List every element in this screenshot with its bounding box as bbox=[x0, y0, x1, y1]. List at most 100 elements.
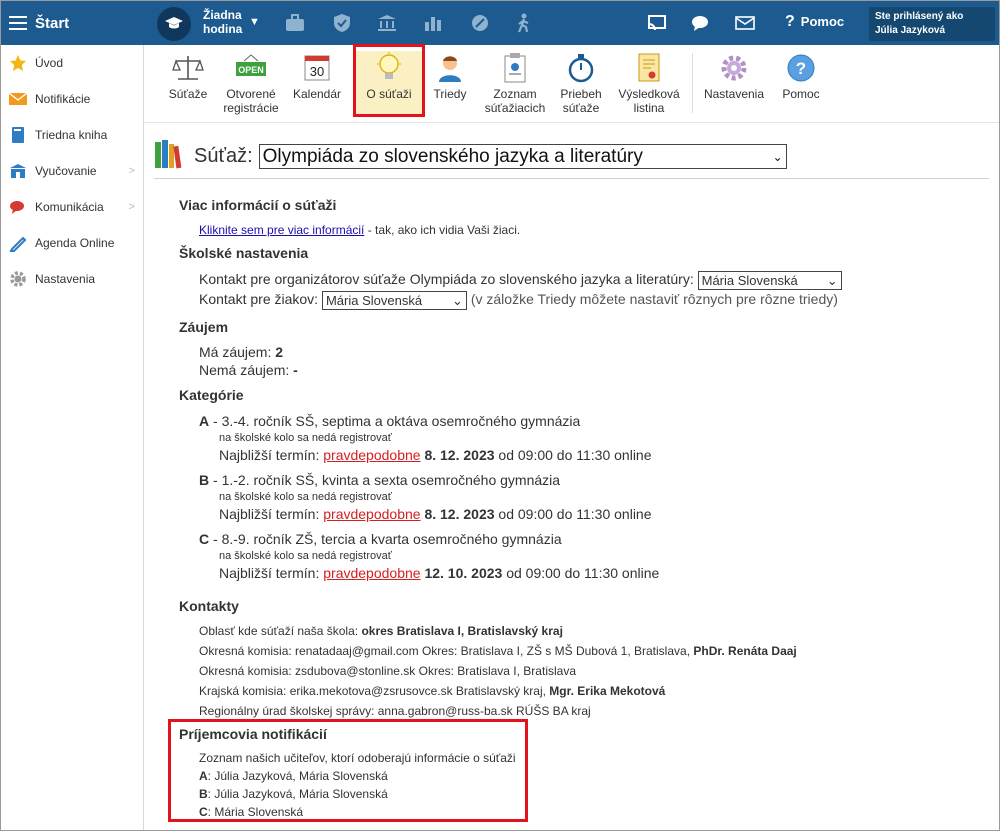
bar-chart-icon[interactable] bbox=[422, 12, 444, 34]
categories-heading: Kategórie bbox=[179, 387, 244, 403]
mail-icon[interactable] bbox=[734, 12, 756, 34]
tool-priebeh-sutaze[interactable]: Priebeh súťaže bbox=[556, 51, 606, 117]
school-settings-heading: Školské nastavenia bbox=[179, 245, 309, 261]
more-info-link[interactable]: Kliknite sem pre viac informácií bbox=[199, 223, 364, 237]
sidebar-item-label: Triedna kniha bbox=[35, 128, 108, 142]
term-label: Najbližší termín: bbox=[219, 565, 320, 581]
tool-label: Priebeh bbox=[560, 87, 602, 101]
tool-triedy[interactable]: Triedy bbox=[430, 51, 470, 117]
institution-icon[interactable] bbox=[376, 12, 398, 34]
book-icon bbox=[9, 126, 27, 144]
tool-label: registrácie bbox=[223, 101, 279, 115]
tool-label: Triedy bbox=[433, 87, 467, 101]
tool-label: Zoznam bbox=[493, 87, 537, 101]
svg-text:OPEN: OPEN bbox=[238, 65, 264, 75]
tool-sutaze[interactable]: Súťaže bbox=[166, 51, 210, 117]
info-line: Kliknite sem pre viac informácií - tak, … bbox=[199, 223, 520, 237]
cast-icon[interactable] bbox=[646, 12, 668, 34]
tool-label: Nastavenia bbox=[703, 87, 765, 101]
trophy-icon[interactable] bbox=[469, 12, 491, 34]
organizer-contact-row: Kontakt pre organizátorov súťaže Olympiá… bbox=[199, 271, 842, 290]
top-bar: Štart Žiadna hodina ▼ ? Pomoc Ste prihlás… bbox=[1, 1, 999, 45]
contact-text: Okresná komisia: zsdubova@stonline.sk Ok… bbox=[199, 664, 576, 678]
category-desc: - 3.-4. ročník SŠ, septima a oktáva osem… bbox=[209, 413, 581, 429]
sidebar-item-label: Úvod bbox=[35, 56, 64, 70]
probably-link[interactable]: pravdepodobne bbox=[323, 565, 420, 581]
category-b-term: Najbližší termín: pravdepodobne 8. 12. 2… bbox=[219, 506, 652, 522]
contact-row: Regionálny úrad školskej správy: anna.ga… bbox=[199, 704, 591, 718]
term-date: 8. 12. 2023 bbox=[424, 447, 495, 463]
chat-bubbles-icon[interactable] bbox=[690, 12, 712, 34]
stopwatch-icon bbox=[564, 51, 598, 85]
tool-label: súťaže bbox=[562, 101, 600, 115]
contact-person: PhDr. Renáta Daaj bbox=[693, 644, 797, 658]
tool-label: Otvorené bbox=[226, 87, 276, 101]
books-icon bbox=[154, 138, 186, 175]
tool-label: Súťaže bbox=[168, 87, 208, 101]
tool-zoznam-sutaziacich[interactable]: Zoznam súťažiacich bbox=[480, 51, 550, 117]
category-c-title: C - 8.-9. ročník ZŠ, tercia a kvarta ose… bbox=[199, 531, 562, 547]
interest-yes: Má záujem: 2 bbox=[199, 344, 283, 360]
probably-link[interactable]: pravdepodobne bbox=[323, 506, 420, 522]
tool-otvorene-registracie[interactable]: OPEN Otvorené registrácie bbox=[220, 51, 282, 117]
question-icon: ? bbox=[785, 13, 795, 30]
tool-pomoc[interactable]: ? Pomoc bbox=[776, 51, 826, 117]
sidebar-item-nastavenia[interactable]: Nastavenia bbox=[1, 261, 143, 297]
tool-label: Výsledková bbox=[618, 87, 680, 101]
term-time: od 09:00 do 11:30 online bbox=[506, 565, 660, 581]
user-badge[interactable]: Ste prihlásený ako Júlia Jazyková bbox=[869, 7, 995, 41]
sidebar-item-komunikacia[interactable]: Komunikácia > bbox=[1, 189, 143, 225]
organizer-contact-select[interactable]: Mária Slovenská ⌄ bbox=[697, 271, 842, 290]
category-a-title: A - 3.-4. ročník SŠ, septima a oktáva os… bbox=[199, 413, 580, 429]
tool-kalendar[interactable]: 30 Kalendár bbox=[290, 51, 344, 117]
lesson-selector[interactable]: Žiadna hodina bbox=[203, 8, 242, 36]
sidebar-item-vyucovanie[interactable]: Vyučovanie > bbox=[1, 153, 143, 189]
sidebar-item-triedna-kniha[interactable]: Triedna kniha bbox=[1, 117, 143, 153]
interest-no-value: - bbox=[293, 362, 298, 378]
hamburger-icon bbox=[9, 16, 27, 30]
interest-no-label: Nemá záujem: bbox=[199, 362, 290, 378]
sidebar-item-agenda-online[interactable]: Agenda Online bbox=[1, 225, 143, 261]
sidebar-item-uvod[interactable]: Úvod bbox=[1, 45, 143, 81]
envelope-icon bbox=[9, 90, 27, 108]
shield-icon[interactable] bbox=[331, 12, 353, 34]
category-c-note: na školské kolo sa nedá registrovať bbox=[219, 550, 392, 562]
category-b-note: na školské kolo sa nedá registrovať bbox=[219, 491, 392, 503]
contest-select[interactable]: Olympiáda zo slovenského jazyka a litera… bbox=[258, 144, 787, 169]
tool-label: Pomoc bbox=[782, 87, 820, 101]
category-c-term: Najbližší termín: pravdepodobne 12. 10. … bbox=[219, 565, 659, 581]
briefcase-icon[interactable] bbox=[284, 12, 306, 34]
chevron-down-icon[interactable]: ▼ bbox=[249, 15, 260, 29]
sidebar-item-notifikacie[interactable]: Notifikácie bbox=[1, 81, 143, 117]
brand-label: Štart bbox=[35, 14, 70, 32]
help-link[interactable]: ? Pomoc bbox=[785, 13, 844, 31]
contact-text: Krajská komisia: erika.mekotova@zsrusovc… bbox=[199, 684, 546, 698]
svg-text:30: 30 bbox=[310, 64, 324, 79]
student-contact-select[interactable]: Mária Slovenská ⌄ bbox=[321, 291, 467, 310]
sidebar-item-label: Notifikácie bbox=[35, 92, 91, 106]
sidebar-item-label: Agenda Online bbox=[35, 236, 115, 250]
interest-heading: Záujem bbox=[179, 319, 229, 335]
probably-link[interactable]: pravdepodobne bbox=[323, 447, 420, 463]
graduation-cap-icon[interactable] bbox=[157, 7, 191, 41]
student-contact-value: Mária Slovenská bbox=[325, 293, 423, 308]
lesson-line-2: hodina bbox=[203, 22, 243, 36]
chevron-down-icon: ⌄ bbox=[826, 272, 838, 288]
category-desc: - 1.-2. ročník SŠ, kvinta a sexta osemro… bbox=[209, 472, 561, 488]
contest-selected-value: Olympiáda zo slovenského jazyka a litera… bbox=[262, 145, 643, 167]
chevron-down-icon: ⌄ bbox=[452, 292, 463, 308]
contest-selector-row: Súťaž: Olympiáda zo slovenského jazyka a… bbox=[154, 138, 787, 175]
svg-text:?: ? bbox=[796, 59, 806, 78]
sidebar: Úvod Notifikácie Triedna kniha Vyučovani… bbox=[1, 45, 144, 830]
tool-vysledkova-listina[interactable]: Výsledková listina bbox=[614, 51, 684, 117]
module-toolbar: Súťaže OPEN Otvorené registrácie 30 Kale… bbox=[144, 45, 999, 123]
pen-icon bbox=[9, 234, 27, 252]
contact-text: Okresná komisia: renatadaaj@gmail.com Ok… bbox=[199, 644, 691, 658]
tool-nastavenia[interactable]: Nastavenia bbox=[700, 51, 768, 117]
start-menu-button[interactable]: Štart bbox=[1, 1, 144, 45]
contact-text: Regionálny úrad školskej správy: anna.ga… bbox=[199, 704, 591, 718]
tool-label: listina bbox=[633, 101, 665, 115]
hiking-icon[interactable] bbox=[513, 12, 535, 34]
category-a-note: na školské kolo sa nedá registrovať bbox=[219, 432, 392, 444]
contact-area: Oblasť kde súťaží naša škola: okres Brat… bbox=[199, 624, 563, 638]
